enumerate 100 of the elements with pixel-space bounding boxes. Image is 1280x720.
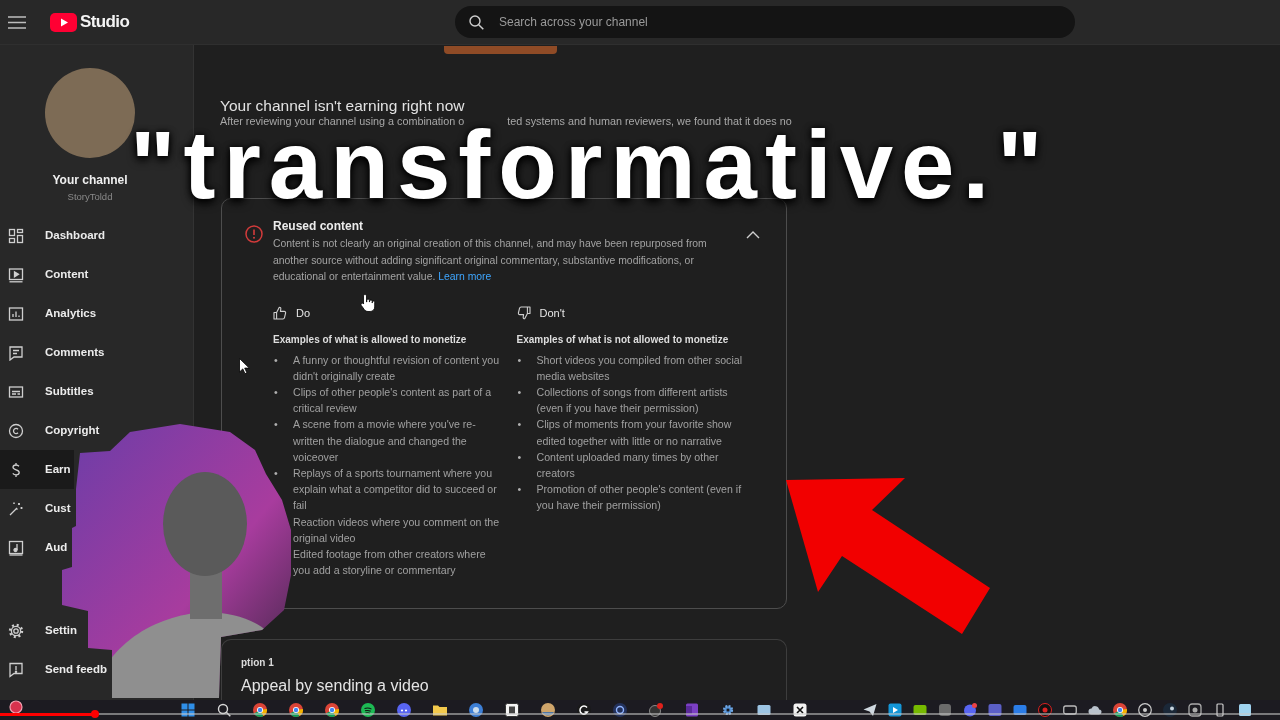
example-text: Content uploaded many times by other creators: [536, 449, 720, 481]
sidebar-item[interactable]: Comments: [0, 333, 108, 372]
app-icon[interactable]: [649, 703, 663, 717]
app-icon[interactable]: [1163, 703, 1177, 717]
example-text: Clips of other people's content as part of a critical review: [293, 384, 493, 417]
menu-icon[interactable]: [8, 15, 26, 29]
policy-title: Reused content: [273, 218, 364, 234]
app-icon[interactable]: [1013, 703, 1027, 717]
progress-thumb[interactable]: [90, 710, 99, 718]
hand-cursor-icon: [360, 293, 376, 313]
caption-text: "transformative.": [130, 129, 1051, 202]
option-label: ption 1: [241, 656, 275, 671]
search-field[interactable]: Search across your channel: [455, 6, 1075, 38]
app-icon[interactable]: [397, 703, 411, 717]
video-progress-track[interactable]: [0, 710, 1280, 718]
app-icon[interactable]: [289, 703, 303, 717]
option-title: Appeal by sending a video: [241, 676, 430, 697]
app-icon[interactable]: [988, 703, 1002, 717]
app-icon[interactable]: [361, 703, 375, 717]
app-icon[interactable]: [913, 703, 927, 717]
settings-icon: [8, 622, 24, 639]
app-icon[interactable]: [577, 703, 591, 717]
bullet-point: •: [274, 385, 278, 398]
app-icon[interactable]: [793, 703, 807, 717]
app-icon[interactable]: [757, 703, 771, 717]
folder-icon[interactable]: [433, 703, 447, 717]
example-text: Clips of moments from your favorite show edited together with little or no narrative: [536, 417, 733, 449]
channel-title: Your channel: [51, 173, 129, 187]
app-icon[interactable]: [541, 703, 555, 717]
notification-dot-icon[interactable]: [9, 700, 23, 714]
column-label: Do: [296, 305, 311, 321]
sidebar-item[interactable]: Settin: [0, 611, 80, 650]
sidebar-item[interactable]: Content: [0, 255, 92, 294]
example-text: Short videos you compiled from other social media websites: [536, 352, 743, 384]
sidebar-item[interactable]: Dashboard: [0, 216, 109, 255]
sidebar-item[interactable]: Aud: [0, 528, 71, 567]
message-text: ted systems and human reviewers, we found that it does no: [507, 115, 792, 128]
sidebar-item[interactable]: Analytics: [0, 294, 100, 333]
sidebar-item[interactable]: Copyright: [0, 411, 103, 450]
bullet-point: •: [274, 466, 278, 479]
app-icon[interactable]: [1213, 703, 1227, 717]
thumb-up-icon[interactable]: [273, 305, 287, 320]
example-text: Promotion of other people's content (even if you have their permission): [536, 482, 743, 514]
example-text: Collections of songs from different artists (even if you have their permission): [536, 384, 729, 417]
feedback-icon: [8, 661, 24, 678]
four-panes-icon[interactable]: [181, 703, 195, 717]
examples-heading: Examples of what is allowed to monetize: [273, 332, 468, 347]
studio-logo-link[interactable]: Studio: [50, 12, 130, 32]
bullet-point: •: [274, 353, 278, 366]
app-icon[interactable]: [505, 703, 519, 717]
app-icon[interactable]: [325, 703, 339, 717]
app-icon[interactable]: [1063, 703, 1077, 717]
magic-wand-icon: [8, 500, 24, 517]
bullet-point: •: [517, 385, 522, 398]
cloud-icon[interactable]: [1088, 703, 1102, 717]
column-label: Don't: [539, 305, 565, 321]
example-text: A scene from a movie where you've re-written the dialogue and changed the voiceover: [293, 417, 477, 465]
play-icon[interactable]: [888, 703, 902, 717]
subtitles-icon: [8, 383, 24, 400]
message-text: After reviewing your channel using a combination o: [220, 115, 465, 128]
gear-icon[interactable]: [721, 703, 735, 717]
copyright-icon: [8, 422, 24, 439]
send-arrow-icon[interactable]: [863, 703, 877, 717]
sidebar-item[interactable]: Send feedb: [0, 650, 110, 689]
sidebar-item[interactable]: Subtitles: [0, 372, 97, 411]
app-icon[interactable]: [963, 703, 977, 717]
example-text: Edited footage from other creators where you add a storyline or commentary: [293, 546, 487, 579]
chevron-up-icon[interactable]: [746, 230, 760, 239]
page-title: Your channel isn't earning right now: [220, 98, 466, 114]
policy-description: Content is not clearly an original creation of this channel, and may have been repurposed from another source without adding significant original commentary, substantive modifications, or educational or entertainment value. Learn more: [273, 237, 708, 284]
learn-more-link[interactable]: Learn more: [438, 271, 492, 282]
app-icon[interactable]: [1238, 703, 1252, 717]
app-icon[interactable]: [253, 703, 267, 717]
example-text: Replays of a sports tournament where you explain what a competitor did to succeed or fail: [293, 465, 498, 514]
app-icon[interactable]: [938, 703, 952, 717]
music-note-icon: [8, 539, 24, 556]
app-icon[interactable]: [1113, 703, 1127, 717]
comment-icon: [8, 344, 24, 361]
bullet-point: •: [517, 353, 522, 366]
app-icon[interactable]: [1188, 703, 1202, 717]
bullet-point: •: [517, 450, 522, 463]
thumb-down-icon[interactable]: [516, 305, 531, 320]
app-icon[interactable]: [469, 703, 483, 717]
pointer-cursor-icon: [239, 358, 250, 375]
sidebar-item[interactable]: Earn: [0, 450, 74, 489]
bullet-point: •: [517, 483, 522, 496]
examples-heading: Examples of what is not allowed to monetize: [516, 332, 730, 347]
example-text: A funny or thoughtful revision of content you didn't originally create: [293, 352, 501, 384]
play-box-icon: [8, 266, 24, 283]
bar-chart-icon: [8, 305, 24, 322]
app-icon[interactable]: [613, 703, 627, 717]
play-logo-icon: [50, 12, 77, 32]
alert-icon: [245, 225, 263, 243]
search-icon[interactable]: [217, 703, 231, 717]
sidebar-item[interactable]: Cust: [0, 489, 74, 528]
bullet-point: •: [517, 418, 522, 431]
example-text: Reaction videos where you comment on the original video: [293, 514, 501, 546]
grid-icon: [8, 227, 24, 244]
channel-handle: StoryToldd: [66, 191, 114, 203]
app-icon[interactable]: [685, 703, 699, 717]
